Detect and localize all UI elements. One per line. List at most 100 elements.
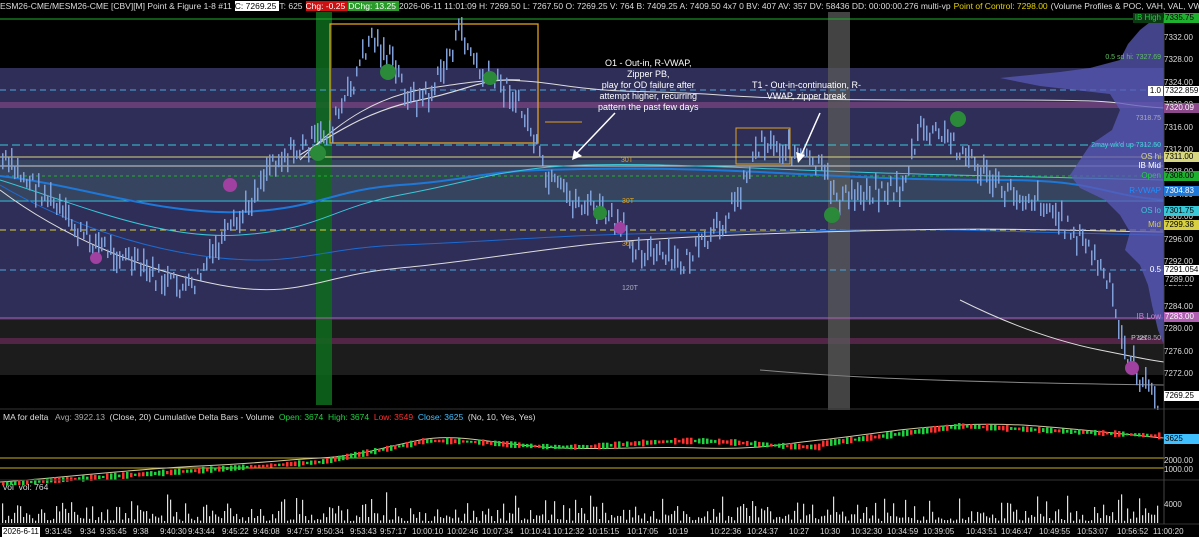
volume-bar bbox=[302, 499, 304, 523]
volume-bar bbox=[875, 502, 877, 523]
price-bar bbox=[296, 150, 298, 160]
delta-bar bbox=[422, 438, 425, 445]
delta-bar bbox=[1018, 427, 1021, 431]
price-bar bbox=[149, 267, 151, 283]
delta-bar bbox=[778, 443, 781, 448]
delta-bar bbox=[1122, 431, 1125, 437]
volume-bar bbox=[659, 519, 661, 523]
delta-params: (No, 10, Yes, Yes) bbox=[467, 412, 536, 422]
ib-high-label: IB High bbox=[1132, 13, 1163, 23]
volume-bar bbox=[320, 519, 322, 523]
volume-bar bbox=[107, 509, 109, 523]
price-bar bbox=[617, 209, 619, 225]
volume-bar bbox=[764, 510, 766, 523]
volume-bar bbox=[446, 515, 448, 523]
price-bar bbox=[965, 147, 967, 166]
price-bar bbox=[545, 172, 547, 188]
volume-bar bbox=[1139, 498, 1141, 523]
volume-bar bbox=[1082, 514, 1084, 523]
volume-bar bbox=[311, 514, 313, 523]
price-bar bbox=[443, 61, 445, 84]
time-tick: 9:45:22 bbox=[222, 527, 249, 536]
delta-bar bbox=[674, 438, 677, 445]
delta-bar bbox=[298, 460, 301, 467]
price-bar bbox=[59, 193, 61, 214]
delta-bar bbox=[1090, 431, 1093, 434]
price-bar bbox=[308, 147, 310, 163]
delta-bar bbox=[554, 444, 557, 449]
price-bar bbox=[215, 235, 217, 258]
volume-bar bbox=[644, 513, 646, 523]
price-bar bbox=[572, 200, 574, 219]
delta-bar bbox=[730, 439, 733, 446]
volume-bar bbox=[380, 520, 382, 523]
price-bar bbox=[113, 247, 115, 272]
time-tick: 9:40:30 bbox=[160, 527, 187, 536]
volume-bar bbox=[455, 509, 457, 523]
volume-bar bbox=[272, 514, 274, 523]
price-bar bbox=[644, 252, 646, 267]
price-bar bbox=[710, 227, 712, 242]
annotation-o1-line2: Zipper PB, bbox=[627, 69, 670, 79]
price-bar bbox=[257, 187, 259, 202]
delta-bar bbox=[682, 438, 685, 444]
price-tick: 7296.00 bbox=[1164, 234, 1193, 244]
volume-bar bbox=[1016, 509, 1018, 523]
delta-bar bbox=[1142, 432, 1145, 438]
delta-bar bbox=[386, 445, 389, 452]
volume-bar bbox=[929, 500, 931, 523]
price-bar bbox=[389, 44, 391, 55]
price-bar bbox=[551, 169, 553, 182]
volume-bar bbox=[1079, 519, 1081, 523]
volume-bar bbox=[1034, 516, 1036, 523]
delta-bar bbox=[334, 456, 337, 462]
delta-bar bbox=[902, 430, 905, 437]
delta-bar bbox=[1138, 433, 1141, 437]
price-bar bbox=[5, 150, 7, 161]
delta-bar bbox=[786, 445, 789, 448]
time-tick: 9:53:43 bbox=[350, 527, 377, 536]
price-bar bbox=[185, 276, 187, 291]
label-30t-1: 30T bbox=[621, 157, 634, 164]
price-bar bbox=[1097, 259, 1099, 276]
price-box-last: 7269.25 bbox=[1164, 391, 1199, 401]
price-bar bbox=[476, 52, 478, 69]
volume-bar bbox=[122, 519, 124, 523]
volume-bar bbox=[632, 517, 634, 523]
volume-bar bbox=[767, 506, 769, 523]
delta-bar bbox=[1014, 427, 1017, 430]
price-bar bbox=[182, 283, 184, 291]
price-bar bbox=[719, 220, 721, 240]
volume-bar bbox=[1025, 510, 1027, 523]
delta-bar bbox=[794, 443, 797, 450]
price-bar bbox=[680, 261, 682, 275]
delta-bar bbox=[470, 440, 473, 443]
price-bar bbox=[902, 175, 904, 192]
volume-bar bbox=[635, 506, 637, 523]
delta-bar bbox=[102, 475, 105, 479]
price-bar bbox=[404, 88, 406, 106]
volume-bar bbox=[476, 517, 478, 523]
studies-list: (Volume Profiles & POC, VAH, VAL, VWAP L… bbox=[1050, 1, 1199, 11]
time-tick: 9:50:34 bbox=[317, 527, 344, 536]
annotation-o1-line5: pattern the past few days bbox=[598, 102, 699, 112]
price-bar bbox=[542, 154, 544, 166]
volume-bar bbox=[8, 515, 10, 523]
delta-bar bbox=[1038, 426, 1041, 433]
volume-bar bbox=[602, 502, 604, 523]
volume-bar bbox=[242, 517, 244, 523]
price-bar bbox=[740, 187, 742, 210]
volume-bar bbox=[215, 514, 217, 523]
price-bar bbox=[173, 271, 175, 279]
price-bar bbox=[899, 186, 901, 207]
price-bar bbox=[347, 76, 349, 97]
marker-green-1 bbox=[380, 64, 396, 80]
price-bar bbox=[410, 86, 412, 104]
volume-bar bbox=[1103, 504, 1105, 523]
volume-bar bbox=[257, 516, 259, 523]
volume-bar bbox=[1058, 509, 1060, 523]
price-bar bbox=[413, 81, 415, 101]
volume-bar bbox=[239, 519, 241, 523]
marker-purple-3 bbox=[614, 222, 626, 234]
price-bar bbox=[65, 197, 67, 221]
